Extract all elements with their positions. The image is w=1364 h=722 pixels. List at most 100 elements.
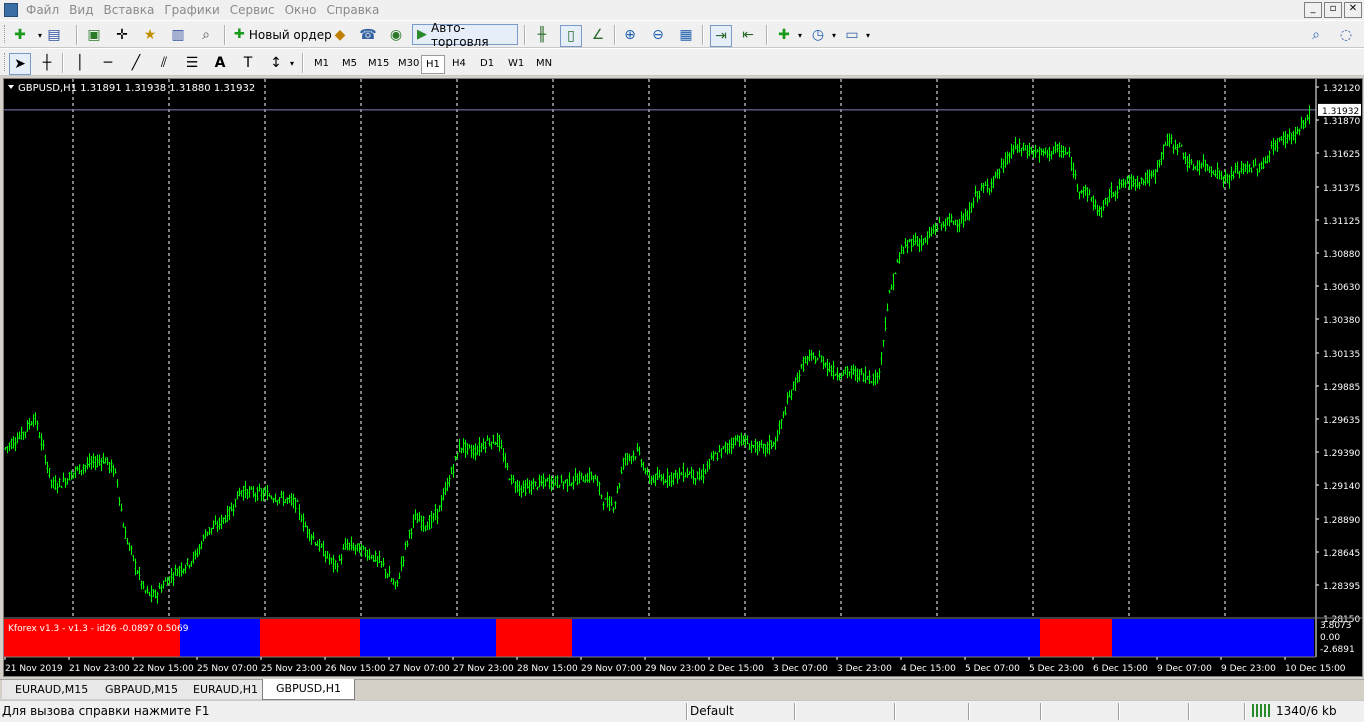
fibonacci-icon[interactable]: ☰ (182, 53, 202, 73)
menu-item[interactable]: Сервис (228, 0, 283, 20)
time-label: 25 Nov 07:00 (197, 664, 258, 674)
status-traffic: 1340/6 kb (1276, 704, 1337, 718)
timeframe-button-m30[interactable]: M30 (394, 55, 423, 72)
autotrading-label: Авто-торговля (431, 20, 489, 49)
status-profile: Default (690, 704, 734, 718)
dropdown-arrow-icon[interactable]: ▾ (824, 25, 844, 45)
timeframe-button-m15[interactable]: M15 (364, 55, 393, 72)
app-icon (4, 3, 18, 17)
indicator-segment (496, 619, 572, 657)
timeframe-button-h1[interactable]: H1 (421, 55, 445, 74)
time-label: 27 Nov 23:00 (453, 664, 514, 674)
price-label: 1.32120 (1323, 84, 1360, 94)
tile-windows-icon[interactable]: ▦ (676, 25, 696, 45)
timeframe-button-m5[interactable]: M5 (338, 55, 361, 72)
text-icon[interactable]: A (210, 53, 230, 73)
price-label: 1.30630 (1323, 283, 1360, 293)
candlestick-icon[interactable]: ▯ (560, 25, 582, 47)
price-label: 1.28645 (1323, 549, 1360, 559)
window-controls: _ ▫ ✕ (1304, 2, 1362, 18)
navigator-icon[interactable]: ✛ (112, 25, 132, 45)
time-label: 9 Dec 23:00 (1221, 664, 1276, 674)
timeframe-button-m1[interactable]: M1 (310, 55, 333, 72)
dropdown-arrow-icon[interactable]: ▾ (790, 25, 810, 45)
zoom-out-icon[interactable]: ⊖ (648, 25, 668, 45)
indicator-scale-label: 0.00 (1320, 633, 1340, 643)
standard-toolbar: ✚ ▾ ▤ ▣ ✛ ★ ▥ ⌕ ✚ Новый ордер ◆ ☎ ◉ ▶ Ав… (0, 20, 1364, 49)
time-label: 5 Dec 07:00 (965, 664, 1020, 674)
market-watch-icon[interactable]: ▣ (84, 25, 104, 45)
time-label: 29 Nov 23:00 (645, 664, 706, 674)
metaeditor-icon[interactable]: ◆ (330, 25, 350, 45)
profiles-icon[interactable]: ▤ (44, 25, 64, 45)
horizontal-line-icon[interactable]: ─ (98, 53, 118, 73)
line-chart-icon[interactable]: ∠ (588, 25, 608, 45)
price-chart[interactable]: GBPUSD,H1 1.31891 1.31938 1.31880 1.3193… (4, 79, 1362, 676)
chart-tab[interactable]: GBPAUD,M15 (92, 680, 193, 699)
search-icon[interactable]: ⌕ (1306, 25, 1326, 45)
minimize-button[interactable]: _ (1304, 2, 1322, 18)
indicator-label: Kforex v1.3 - v1.3 - id26 -0.0897 0.5069 (8, 624, 189, 634)
toolbar-grip[interactable] (4, 53, 8, 71)
terminal-icon[interactable]: ▥ (168, 25, 188, 45)
new-order-button[interactable]: ✚ Новый ордер (230, 24, 336, 45)
chart-window[interactable]: GBPUSD,H1 1.31891 1.31938 1.31880 1.3193… (3, 78, 1363, 677)
price-label: 1.29390 (1323, 449, 1360, 459)
dropdown-arrow-icon[interactable]: ▾ (282, 53, 302, 73)
bar-chart-icon[interactable]: ╫ (532, 25, 552, 45)
indicator-segment (260, 619, 360, 657)
indicator-segment (360, 619, 496, 657)
price-label: 1.30380 (1323, 316, 1360, 326)
menu-item[interactable]: Графики (162, 0, 227, 20)
timeframe-button-w1[interactable]: W1 (504, 55, 528, 72)
zoom-in-icon[interactable]: ⊕ (620, 25, 640, 45)
time-label: 3 Dec 23:00 (837, 664, 892, 674)
indicator-segment (1040, 619, 1112, 657)
menu-item[interactable]: Окно (283, 0, 325, 20)
menu-item[interactable]: Вид (67, 0, 101, 20)
chart-tabs: EURAUD,M15 GBPAUD,M15 EURAUD,H1 GBPUSD,H1 (0, 679, 1364, 700)
price-label: 1.28395 (1323, 582, 1360, 592)
time-label: 21 Nov 2019 (5, 664, 63, 674)
signals-icon[interactable]: ☎ (358, 25, 378, 45)
current-price-label: 1.31932 (1322, 107, 1359, 117)
cursor-icon[interactable]: ➤ (9, 53, 31, 75)
vps-icon[interactable]: ◉ (386, 25, 406, 45)
channel-icon[interactable]: ⫽ (154, 53, 174, 73)
chart-tab[interactable]: GBPUSD,H1 (262, 679, 355, 700)
menu-item[interactable]: Файл (24, 0, 67, 20)
menu-item[interactable]: Справка (325, 0, 388, 20)
chart-tab[interactable]: EURAUD,H1 (180, 680, 273, 699)
chat-icon[interactable]: ◌ (1336, 25, 1356, 45)
vertical-line-icon[interactable]: │ (70, 53, 90, 73)
price-label: 1.31625 (1323, 150, 1360, 160)
text-label-icon[interactable]: T (238, 53, 258, 73)
trendline-icon[interactable]: ╱ (126, 53, 146, 73)
autoscroll-icon[interactable]: ⇥ (710, 25, 732, 47)
indicator-scale-label: -2.6891 (1320, 645, 1355, 655)
price-label: 1.29635 (1323, 416, 1360, 426)
time-label: 29 Nov 07:00 (581, 664, 642, 674)
time-label: 25 Nov 23:00 (261, 664, 322, 674)
chart-tab[interactable]: EURAUD,M15 (2, 680, 103, 699)
time-label: 4 Dec 15:00 (901, 664, 956, 674)
price-label: 1.28890 (1323, 516, 1360, 526)
timeframe-button-d1[interactable]: D1 (476, 55, 498, 72)
menu-item[interactable]: Вставка (101, 0, 162, 20)
new-chart-icon[interactable]: ✚ (10, 25, 30, 45)
dropdown-arrow-icon[interactable]: ▾ (858, 25, 878, 45)
timeframe-button-h4[interactable]: H4 (448, 55, 470, 72)
timeframe-button-mn[interactable]: MN (532, 55, 556, 72)
strategy-tester-icon[interactable]: ⌕ (196, 25, 216, 45)
autotrading-button[interactable]: ▶ Авто-торговля (412, 21, 518, 49)
toolbar-grip[interactable] (4, 25, 8, 43)
crosshair-icon[interactable]: ┼ (37, 53, 57, 73)
connection-bars-icon (1252, 704, 1270, 717)
price-label: 1.29140 (1323, 482, 1360, 492)
chart-shift-icon[interactable]: ⇤ (738, 25, 758, 45)
restore-button[interactable]: ▫ (1324, 2, 1342, 18)
data-window-icon[interactable]: ★ (140, 25, 160, 45)
close-button[interactable]: ✕ (1344, 2, 1362, 18)
time-label: 9 Dec 07:00 (1157, 664, 1212, 674)
price-pane[interactable] (4, 79, 1316, 617)
